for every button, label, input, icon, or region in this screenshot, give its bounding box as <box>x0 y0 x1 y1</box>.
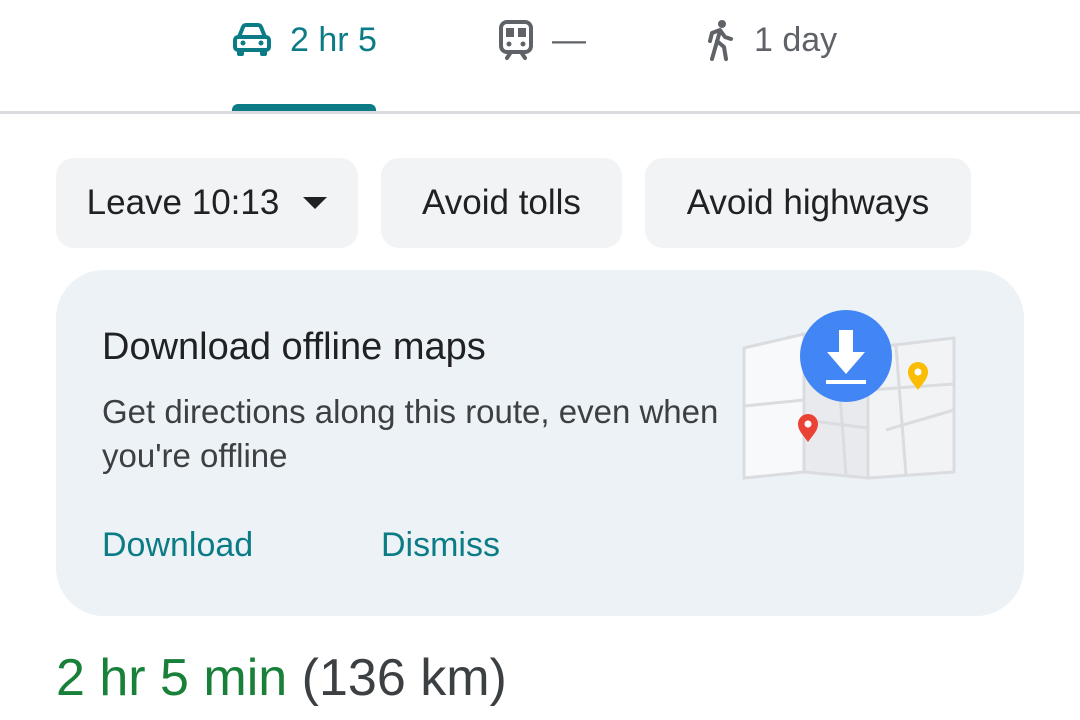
tab-walking[interactable]: 1 day <box>704 14 837 66</box>
tab-transit-label: — <box>552 20 586 59</box>
card-description: Get directions along this route, even wh… <box>102 393 719 474</box>
tab-transit[interactable]: — <box>498 14 586 66</box>
avoid-highways-label: Avoid highways <box>686 183 930 222</box>
leave-time-dropdown[interactable]: Leave 10:13 <box>56 158 358 248</box>
travel-mode-tabs: 2 hr 5 — 1 day <box>0 0 1080 114</box>
directions-screen: 2 hr 5 — 1 day Leave 10:13 Avoid tolls A… <box>0 0 1080 720</box>
tab-driving-label: 2 hr 5 <box>290 20 377 59</box>
avoid-tolls-label: Avoid tolls <box>422 183 581 222</box>
tab-driving[interactable]: 2 hr 5 <box>232 14 377 66</box>
car-icon <box>232 22 272 58</box>
avoid-tolls-chip[interactable]: Avoid tolls <box>381 158 622 248</box>
route-duration: 2 hr 5 min <box>56 649 288 707</box>
offline-maps-card: Download offline maps Get directions alo… <box>56 270 1024 616</box>
card-title: Download offline maps <box>102 326 486 368</box>
walk-icon <box>704 19 736 61</box>
dismiss-button[interactable]: Dismiss <box>381 526 500 565</box>
tab-walking-label: 1 day <box>754 20 838 59</box>
route-summary: 2 hr 5 min (136 km) <box>56 648 507 708</box>
train-icon <box>498 20 534 60</box>
leave-time-label: Leave 10:13 <box>86 183 280 222</box>
download-icon <box>800 310 892 402</box>
chevron-down-icon <box>303 197 328 209</box>
avoid-highways-chip[interactable]: Avoid highways <box>645 158 971 248</box>
route-distance: (136 km) <box>301 649 507 707</box>
offline-map-illustration <box>736 310 976 495</box>
download-button[interactable]: Download <box>102 526 253 565</box>
tabs-divider <box>0 111 1080 114</box>
